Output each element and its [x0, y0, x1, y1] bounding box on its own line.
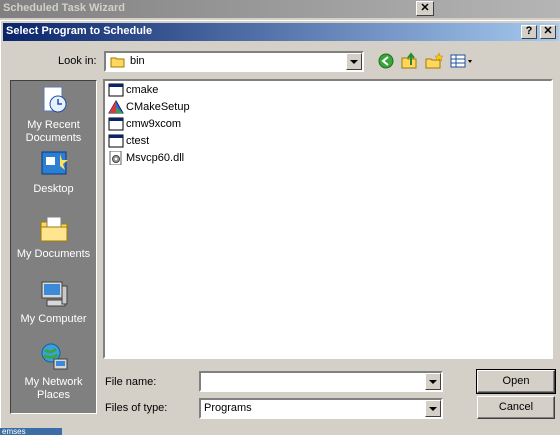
views-menu-icon[interactable] — [449, 52, 475, 70]
my-documents-icon — [40, 216, 67, 242]
taskbar-fragment: emses — [0, 428, 62, 435]
places-bar: My Recent Documents Desktop My Documents… — [10, 80, 97, 414]
dialog-titlebar: Select Program to Schedule ? ✕ — [3, 23, 559, 41]
list-item[interactable]: cmw9xcom — [108, 117, 181, 133]
place-label: My Recent Documents — [25, 119, 82, 144]
back-icon[interactable] — [376, 52, 396, 70]
place-label: Desktop — [33, 183, 74, 195]
look-in-label: Look in: — [58, 55, 97, 67]
application-icon — [108, 134, 124, 148]
application-icon — [108, 117, 124, 131]
place-label: My Network Places — [24, 376, 83, 401]
dialog-title: Select Program to Schedule — [6, 25, 153, 37]
place-my-recent-documents[interactable]: My Recent Documents — [11, 84, 96, 145]
place-my-computer[interactable]: My Computer — [11, 278, 96, 326]
file-name: Msvcp60.dll — [126, 152, 185, 164]
file-name-field[interactable] — [199, 371, 443, 392]
background-window-title: Scheduled Task Wizard — [3, 2, 125, 14]
file-name: ctest — [126, 135, 150, 147]
list-item[interactable]: ctest — [108, 134, 149, 150]
list-item[interactable]: cmake — [108, 83, 158, 99]
recent-documents-icon — [43, 86, 66, 113]
list-item[interactable]: Msvcp60.dll — [108, 151, 184, 167]
application-icon — [108, 83, 124, 97]
place-label: My Computer — [20, 313, 87, 325]
look-in-combo[interactable]: bin — [104, 51, 364, 72]
files-of-type-label: Files of type: — [105, 402, 168, 414]
folder-icon — [110, 57, 125, 68]
place-my-network-places[interactable]: My Network Places — [11, 341, 96, 402]
help-button[interactable]: ? — [521, 25, 537, 39]
open-button[interactable]: Open — [476, 369, 556, 394]
network-places-icon — [41, 343, 67, 370]
up-folder-icon[interactable] — [400, 52, 420, 70]
files-of-type-select[interactable]: Programs — [199, 398, 443, 419]
close-button[interactable]: ✕ — [540, 25, 556, 39]
files-of-type-value: Programs — [204, 402, 252, 414]
place-desktop[interactable]: Desktop — [11, 148, 96, 196]
my-computer-icon — [41, 281, 67, 307]
dll-file-icon — [109, 151, 122, 165]
new-folder-icon[interactable] — [424, 52, 444, 70]
file-name: cmake — [126, 84, 159, 96]
background-close-button[interactable]: ✕ — [416, 1, 434, 16]
look-in-dropdown-button[interactable] — [346, 53, 362, 70]
file-name: CMakeSetup — [126, 101, 190, 113]
look-in-value: bin — [130, 55, 145, 67]
cmake-setup-icon — [108, 100, 124, 114]
place-my-documents[interactable]: My Documents — [11, 213, 96, 261]
file-name-dropdown-button[interactable] — [425, 373, 441, 390]
list-item[interactable]: CMakeSetup — [108, 100, 190, 116]
file-list[interactable]: cmake CMakeSetup cmw9xcom ctest Msvcp60.… — [103, 79, 553, 359]
file-name: cmw9xcom — [126, 118, 182, 130]
desktop-icon — [41, 151, 68, 175]
background-window-titlebar: Scheduled Task Wizard — [0, 0, 560, 18]
files-of-type-dropdown-button[interactable] — [425, 400, 441, 417]
cancel-button[interactable]: Cancel — [477, 396, 555, 419]
place-label: My Documents — [16, 248, 91, 260]
file-name-label: File name: — [105, 376, 157, 388]
